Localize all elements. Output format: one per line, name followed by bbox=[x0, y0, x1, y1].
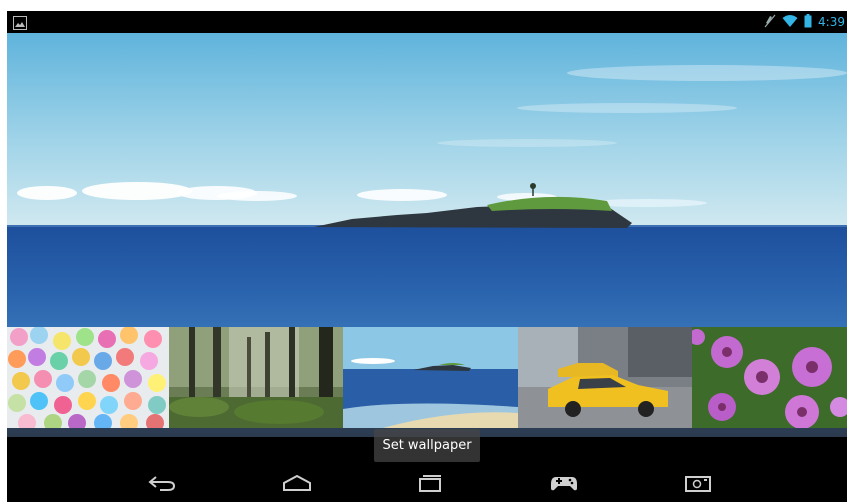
set-wallpaper-button[interactable]: Set wallpaper bbox=[374, 429, 480, 462]
wallpaper-thumbnail-strip bbox=[7, 327, 847, 428]
thumbnail-island-seascape[interactable] bbox=[343, 327, 518, 428]
device-screen: 4:39 Set wallpaper bbox=[7, 11, 847, 502]
status-bar: 4:39 bbox=[7, 11, 847, 33]
thumbnail-yellow-taxi[interactable] bbox=[518, 327, 692, 428]
back-icon bbox=[148, 475, 176, 495]
recents-icon bbox=[417, 474, 443, 496]
thumbnail-purple-flowers[interactable] bbox=[692, 327, 847, 428]
home-icon bbox=[282, 474, 312, 495]
mute-icon bbox=[764, 13, 776, 32]
status-time: 4:39 bbox=[818, 15, 845, 29]
thumbnail-forest[interactable] bbox=[169, 327, 343, 428]
recent-apps-button[interactable] bbox=[410, 471, 450, 499]
status-icons: 4:39 bbox=[764, 13, 845, 31]
gamepad-icon bbox=[550, 474, 578, 496]
navigation-bar bbox=[7, 468, 847, 502]
thumbnail-balloons[interactable] bbox=[7, 327, 169, 428]
back-button[interactable] bbox=[142, 471, 182, 499]
wifi-icon bbox=[782, 13, 798, 32]
camera-icon bbox=[685, 474, 711, 496]
battery-icon bbox=[804, 13, 812, 32]
gallery-icon bbox=[13, 15, 27, 30]
home-button[interactable] bbox=[277, 471, 317, 499]
screenshot-button[interactable] bbox=[678, 471, 718, 499]
games-button[interactable] bbox=[544, 471, 584, 499]
